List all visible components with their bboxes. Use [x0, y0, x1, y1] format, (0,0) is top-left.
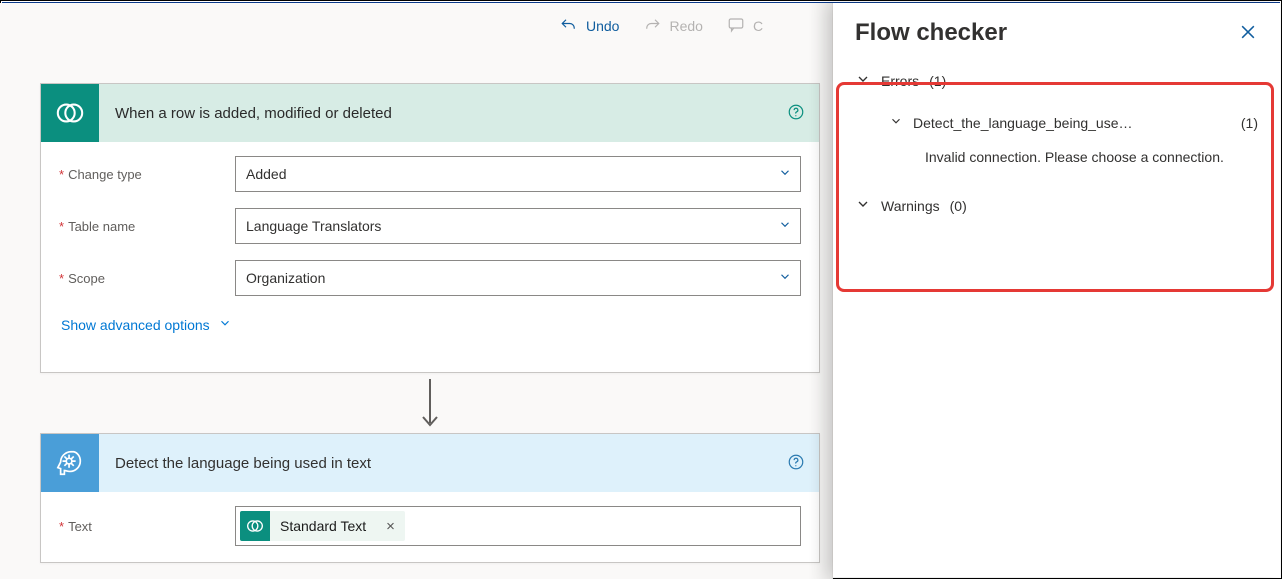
chevron-down-icon [889, 114, 903, 131]
comment-icon [727, 16, 745, 37]
help-icon[interactable] [773, 103, 819, 124]
show-advanced-toggle[interactable]: Show advanced options [61, 316, 232, 333]
text-label: *Text [59, 519, 235, 534]
trigger-title: When a row is added, modified or deleted [99, 105, 773, 122]
redo-icon [643, 16, 661, 37]
undo-button[interactable]: Undo [560, 16, 619, 37]
redo-label: Redo [669, 18, 702, 34]
token-label: Standard Text [270, 518, 376, 534]
action-header[interactable]: Detect the language being used in text [41, 434, 819, 492]
flow-designer-canvas: Undo Redo Co When a row is added, modifi… [0, 3, 833, 579]
trigger-header[interactable]: When a row is added, modified or deleted [41, 84, 819, 142]
table-name-value: Language Translators [246, 218, 381, 234]
change-type-label: *Change type [59, 167, 235, 182]
chevron-down-icon [778, 270, 792, 287]
errors-count: (1) [929, 73, 946, 89]
error-item-name: Detect_the_language_being_use… [913, 115, 1231, 131]
undo-label: Undo [586, 18, 619, 34]
help-icon[interactable] [773, 453, 819, 474]
panel-title: Flow checker [855, 19, 1007, 47]
undo-icon [560, 16, 578, 37]
errors-section-header[interactable]: Errors (1) [833, 57, 1280, 104]
comments-button[interactable]: Co [727, 16, 763, 37]
comments-label: Co [753, 18, 763, 34]
errors-label: Errors [881, 73, 919, 89]
error-message: Invalid connection. Please choose a conn… [833, 139, 1280, 182]
scope-select[interactable]: Organization [235, 260, 801, 296]
scope-value: Organization [246, 270, 325, 286]
warnings-section-header[interactable]: Warnings (0) [833, 182, 1280, 229]
flow-checker-panel: Flow checker Errors (1) Detect_the_langu… [833, 3, 1280, 577]
warnings-label: Warnings [881, 198, 940, 214]
connector-arrow [418, 376, 442, 432]
designer-toolbar: Undo Redo Co [0, 3, 832, 49]
close-button[interactable] [1238, 22, 1258, 45]
dataverse-icon [41, 84, 99, 142]
table-name-label: *Table name [59, 219, 235, 234]
text-input[interactable]: Standard Text × [235, 506, 801, 546]
dynamic-content-token[interactable]: Standard Text × [240, 511, 405, 541]
table-name-select[interactable]: Language Translators [235, 208, 801, 244]
chevron-down-icon [778, 218, 792, 235]
change-type-select[interactable]: Added [235, 156, 801, 192]
change-type-value: Added [246, 166, 286, 182]
trigger-card[interactable]: When a row is added, modified or deleted… [40, 83, 820, 373]
chevron-down-icon [855, 71, 871, 90]
dataverse-icon [240, 511, 270, 541]
chevron-down-icon [218, 316, 232, 333]
error-item-header[interactable]: Detect_the_language_being_use… (1) [833, 104, 1280, 139]
token-remove[interactable]: × [376, 518, 405, 535]
trigger-form: *Change type Added *Table name Language … [41, 142, 819, 339]
chevron-down-icon [855, 196, 871, 215]
action-title: Detect the language being used in text [99, 455, 773, 472]
redo-button[interactable]: Redo [643, 16, 702, 37]
chevron-down-icon [778, 166, 792, 183]
error-item-count: (1) [1241, 115, 1258, 131]
action-form: *Text Standard Text × [41, 492, 819, 568]
cognitive-services-icon [41, 434, 99, 492]
action-card[interactable]: Detect the language being used in text *… [40, 433, 820, 563]
warnings-count: (0) [950, 198, 967, 214]
scope-label: *Scope [59, 271, 235, 286]
